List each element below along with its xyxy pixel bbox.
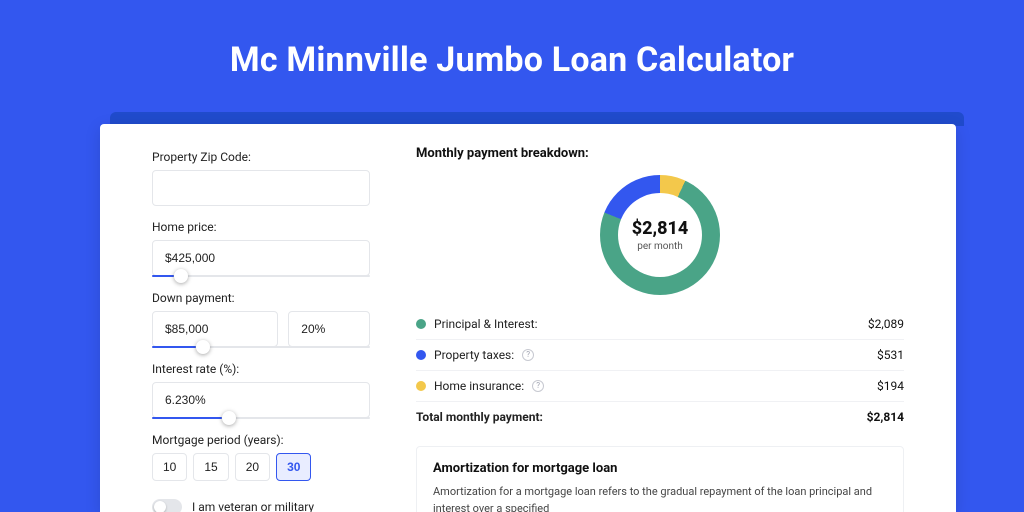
donut-center: $2,814 per month [600, 175, 720, 295]
period-buttons: 10 15 20 30 [152, 453, 370, 481]
legend-tax-value: $531 [877, 348, 904, 362]
donut-sub: per month [637, 241, 683, 252]
price-slider[interactable] [152, 275, 370, 277]
veteran-toggle-row: I am veteran or military [152, 499, 370, 512]
legend-total-value: $2,814 [867, 410, 904, 424]
legend-insurance-label: Home insurance: [434, 379, 524, 393]
dot-yellow-icon [416, 381, 426, 391]
rate-label: Interest rate (%): [152, 362, 370, 376]
legend-insurance-row: Home insurance: ? $194 [416, 371, 904, 402]
period-20-button[interactable]: 20 [235, 453, 270, 481]
period-15-button[interactable]: 15 [193, 453, 228, 481]
down-slider[interactable] [152, 346, 370, 348]
down-slider-thumb[interactable] [196, 340, 210, 354]
period-10-button[interactable]: 10 [152, 453, 187, 481]
down-percent-input[interactable] [288, 311, 370, 347]
veteran-toggle[interactable] [152, 499, 182, 512]
legend-tax-row: Property taxes: ? $531 [416, 340, 904, 371]
period-30-button[interactable]: 30 [276, 453, 311, 481]
down-field-group: Down payment: [152, 291, 370, 348]
info-icon[interactable]: ? [532, 380, 544, 392]
page-title: Mc Minnville Jumbo Loan Calculator [0, 0, 1024, 108]
veteran-label: I am veteran or military [192, 500, 314, 512]
donut-chart: $2,814 per month [600, 175, 720, 295]
zip-field-group: Property Zip Code: [152, 150, 370, 206]
rate-slider[interactable] [152, 417, 370, 419]
legend-principal-value: $2,089 [868, 317, 904, 331]
calculator-panel: Property Zip Code: Home price: Down paym… [100, 124, 956, 512]
price-field-group: Home price: [152, 220, 370, 277]
legend-total-label: Total monthly payment: [416, 410, 543, 424]
legend-total-row: Total monthly payment: $2,814 [416, 402, 904, 432]
donut-chart-wrap: $2,814 per month [416, 171, 904, 309]
period-label: Mortgage period (years): [152, 433, 370, 447]
rate-field-group: Interest rate (%): [152, 362, 370, 419]
dot-green-icon [416, 319, 426, 329]
legend-principal-row: Principal & Interest: $2,089 [416, 309, 904, 340]
down-label: Down payment: [152, 291, 370, 305]
donut-amount: $2,814 [632, 218, 689, 239]
zip-label: Property Zip Code: [152, 150, 370, 164]
amortization-title: Amortization for mortgage loan [433, 461, 887, 476]
dot-blue-icon [416, 350, 426, 360]
breakdown-column: Monthly payment breakdown: $2,814 per mo… [390, 124, 956, 512]
form-column: Property Zip Code: Home price: Down paym… [100, 124, 390, 512]
legend-insurance-value: $194 [877, 379, 904, 393]
rate-input[interactable] [152, 382, 370, 418]
zip-input[interactable] [152, 170, 370, 206]
down-amount-input[interactable] [152, 311, 278, 347]
breakdown-title: Monthly payment breakdown: [416, 146, 904, 161]
price-slider-thumb[interactable] [174, 269, 188, 283]
legend-tax-label: Property taxes: [434, 348, 514, 362]
amortization-card: Amortization for mortgage loan Amortizat… [416, 446, 904, 512]
amortization-text: Amortization for a mortgage loan refers … [433, 484, 887, 512]
price-label: Home price: [152, 220, 370, 234]
info-icon[interactable]: ? [522, 349, 534, 361]
legend-principal-label: Principal & Interest: [434, 317, 538, 331]
rate-slider-thumb[interactable] [222, 411, 236, 425]
